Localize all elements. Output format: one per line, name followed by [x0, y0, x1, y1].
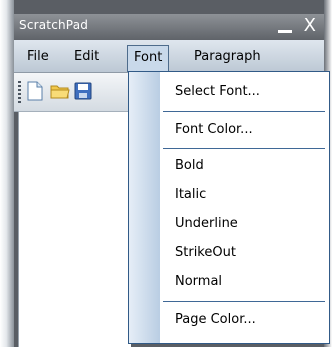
toolbar	[14, 73, 132, 112]
menu-item-bold[interactable]: Bold	[175, 158, 204, 173]
new-document-icon[interactable]	[26, 81, 44, 101]
window-title: ScratchPad	[19, 18, 89, 32]
window-shadow-left	[0, 0, 14, 347]
menu-edit[interactable]: Edit	[74, 47, 99, 67]
menu-file[interactable]: File	[27, 47, 49, 67]
menu-item-page-color[interactable]: Page Color...	[175, 312, 256, 327]
save-icon[interactable]	[74, 81, 92, 101]
menu-icon-gutter	[129, 72, 160, 343]
document-area[interactable]	[18, 112, 131, 347]
menu-item-select-font[interactable]: Select Font...	[175, 84, 260, 99]
font-menu-dropdown: Select Font... Font Color... Bold Italic…	[128, 71, 330, 344]
menu-item-italic[interactable]: Italic	[175, 187, 206, 202]
menu-item-strikeout[interactable]: StrikeOut	[175, 245, 236, 260]
close-button[interactable]: X	[304, 15, 316, 37]
toolbar-grip[interactable]	[18, 81, 21, 103]
minimize-button[interactable]	[278, 30, 292, 33]
menu-item-normal[interactable]: Normal	[175, 274, 222, 289]
menu-item-font-color[interactable]: Font Color...	[175, 122, 253, 137]
menu-bar: File Edit Font Paragraph	[14, 40, 324, 73]
menu-paragraph[interactable]: Paragraph	[194, 47, 261, 67]
scratchpad-window: ScratchPad X File Edit Font Paragraph Se…	[0, 0, 332, 347]
open-folder-icon[interactable]	[50, 81, 70, 101]
menu-separator	[163, 301, 325, 302]
title-bar[interactable]: ScratchPad X	[14, 14, 324, 40]
menu-separator	[163, 148, 325, 149]
menu-font[interactable]: Font	[127, 45, 170, 72]
menu-separator	[163, 111, 325, 112]
menu-item-underline[interactable]: Underline	[175, 216, 238, 231]
